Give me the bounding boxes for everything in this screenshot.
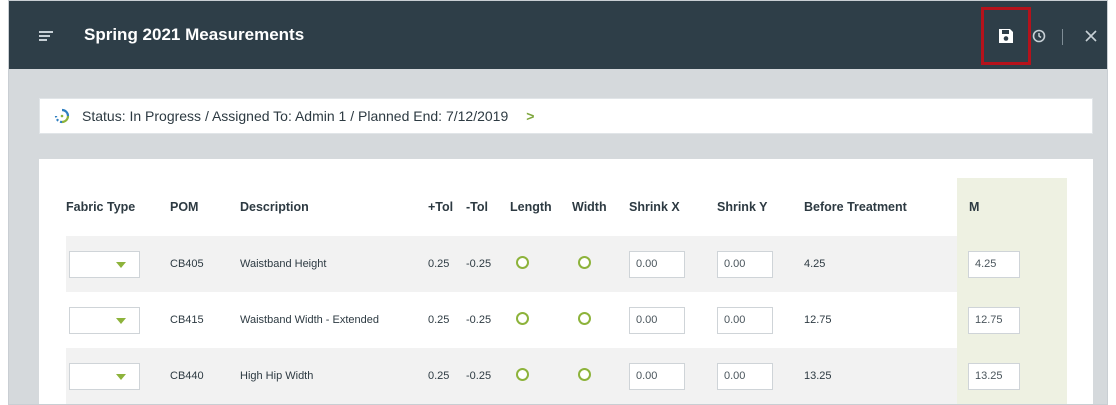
width-radio[interactable] (578, 256, 591, 269)
in-progress-icon (54, 108, 70, 124)
col-shrink-y[interactable]: Shrink Y (717, 178, 804, 236)
description-cell: Waistband Width - Extended (240, 292, 428, 348)
pom-cell: CB415 (170, 292, 240, 348)
minus-tol-cell: -0.25 (466, 348, 510, 404)
description-cell: High Hip Width (240, 348, 428, 404)
minus-tol-cell: -0.25 (466, 236, 510, 292)
chevron-down-icon (116, 261, 126, 268)
table-row: CB440 High Hip Width 0.25 -0.25 13.25 (66, 348, 1067, 404)
length-radio[interactable] (516, 368, 529, 381)
chevron-down-icon (116, 317, 126, 324)
pom-cell: CB405 (170, 236, 240, 292)
history-icon[interactable] (1032, 29, 1046, 43)
shrink-x-input[interactable] (629, 362, 685, 390)
col-fabric-type[interactable]: Fabric Type (66, 178, 170, 236)
col-description[interactable]: Description (240, 178, 428, 236)
page-title: Spring 2021 Measurements (84, 25, 305, 44)
plus-tol-cell: 0.25 (428, 292, 466, 348)
status-text: Status: In Progress / Assigned To: Admin… (82, 108, 509, 124)
fabric-type-dropdown[interactable] (69, 250, 140, 278)
shrink-x-input[interactable] (629, 306, 685, 334)
m-input[interactable] (968, 250, 1020, 278)
before-treatment-cell: 13.25 (804, 348, 957, 404)
fabric-type-dropdown[interactable] (69, 362, 140, 390)
col-pom[interactable]: POM (170, 178, 240, 236)
col-before-treatment[interactable]: Before Treatment (804, 178, 957, 236)
fabric-type-dropdown[interactable] (69, 306, 140, 334)
app-window: Spring 2021 Measurements Status: In Prog… (8, 0, 1108, 405)
col-m[interactable]: M (957, 178, 1067, 236)
shrink-y-input[interactable] (717, 250, 773, 278)
col-width[interactable]: Width (572, 178, 629, 236)
shrink-x-input[interactable] (629, 250, 685, 278)
col-minus-tol[interactable]: -Tol (466, 178, 510, 236)
col-length[interactable]: Length (510, 178, 572, 236)
length-radio[interactable] (516, 312, 529, 325)
before-treatment-cell: 4.25 (804, 236, 957, 292)
shrink-y-input[interactable] (717, 306, 773, 334)
measurements-card: Fabric Type POM Description +Tol -Tol Le… (39, 159, 1093, 404)
shrink-y-input[interactable] (717, 362, 773, 390)
pom-cell: CB440 (170, 348, 240, 404)
length-radio[interactable] (516, 256, 529, 269)
save-icon (999, 29, 1013, 43)
table-header-row: Fabric Type POM Description +Tol -Tol Le… (66, 178, 1067, 236)
plus-tol-cell: 0.25 (428, 348, 466, 404)
header-bar: Spring 2021 Measurements (9, 1, 1107, 69)
col-plus-tol[interactable]: +Tol (428, 178, 466, 236)
measurements-table: Fabric Type POM Description +Tol -Tol Le… (66, 178, 1067, 404)
save-button[interactable] (981, 7, 1031, 65)
plus-tol-cell: 0.25 (428, 236, 466, 292)
m-input[interactable] (968, 362, 1020, 390)
description-cell: Waistband Height (240, 236, 428, 292)
menu-icon[interactable] (39, 31, 53, 41)
table-row: CB405 Waistband Height 0.25 -0.25 4.25 (66, 236, 1067, 292)
close-icon[interactable] (1085, 30, 1097, 42)
status-expand-chevron[interactable]: > (526, 108, 534, 124)
col-shrink-x[interactable]: Shrink X (629, 178, 717, 236)
width-radio[interactable] (578, 312, 591, 325)
table-row: CB415 Waistband Width - Extended 0.25 -0… (66, 292, 1067, 348)
m-input[interactable] (968, 306, 1020, 334)
chevron-down-icon (116, 373, 126, 380)
before-treatment-cell: 12.75 (804, 292, 957, 348)
width-radio[interactable] (578, 368, 591, 381)
minus-tol-cell: -0.25 (466, 292, 510, 348)
header-divider (1062, 29, 1063, 45)
status-bar[interactable]: Status: In Progress / Assigned To: Admin… (39, 98, 1093, 134)
